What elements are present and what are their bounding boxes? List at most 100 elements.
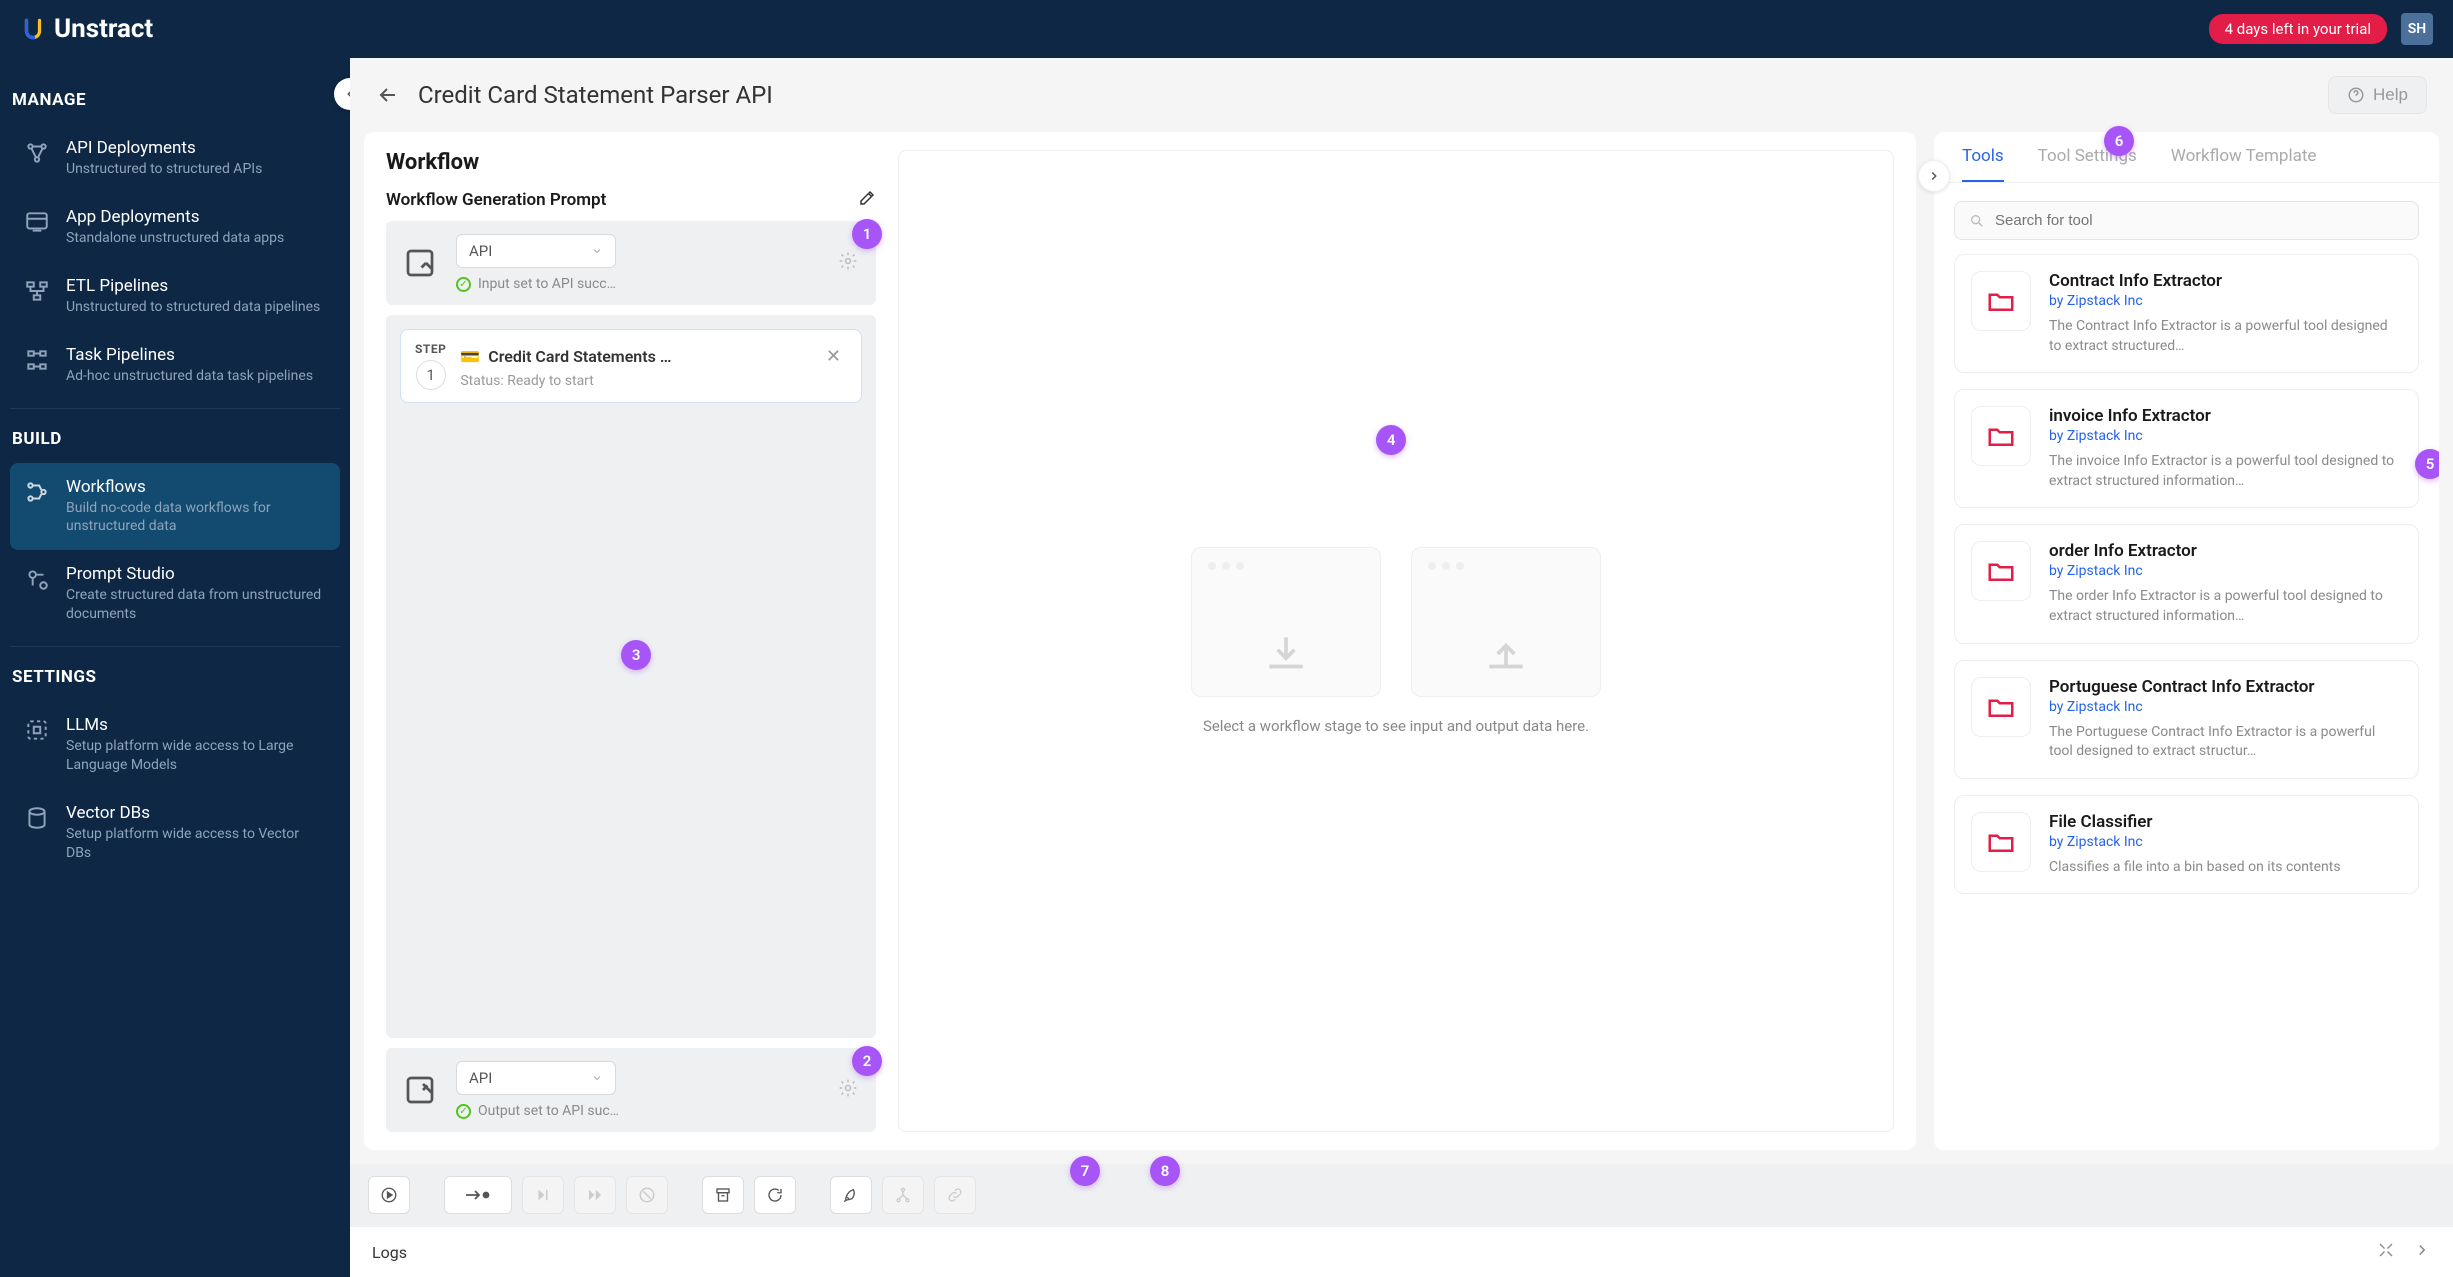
step-name: Credit Card Statements … [488, 347, 812, 366]
skip-forward-button[interactable] [522, 1176, 564, 1214]
deploy-task-button[interactable] [882, 1176, 924, 1214]
marker-bubble-3: 3 [621, 640, 651, 670]
output-card: 2 API ✓ Output set to API suc… [386, 1048, 876, 1132]
expand-logs-button[interactable] [2377, 1241, 2395, 1263]
sidebar-item-sub: Standalone unstructured data apps [66, 229, 326, 248]
back-button[interactable] [376, 83, 400, 107]
stop-button[interactable] [626, 1176, 668, 1214]
sidebar-item-llms[interactable]: LLMsSetup platform wide access to Large … [10, 701, 340, 789]
logs-bar[interactable]: Logs [350, 1226, 2453, 1277]
link-icon [946, 1186, 964, 1204]
main: Credit Card Statement Parser API Help Wo… [350, 58, 2453, 1277]
tool-desc: The Contract Info Extractor is a powerfu… [2049, 317, 2402, 356]
tool-desc: The Portuguese Contract Info Extractor i… [2049, 723, 2402, 762]
output-status: Output set to API suc… [478, 1103, 619, 1119]
output-settings-button[interactable] [834, 1074, 862, 1106]
step-run-button[interactable] [444, 1176, 512, 1214]
search-icon [1969, 213, 1985, 229]
remove-step-button[interactable]: ✕ [820, 344, 847, 369]
trial-badge[interactable]: 4 days left in your trial [2209, 14, 2387, 44]
sidebar-item-workflows[interactable]: WorkflowsBuild no-code data workflows fo… [10, 463, 340, 551]
fast-forward-icon [586, 1186, 604, 1204]
sidebar-item-sub: Setup platform wide access to Large Lang… [66, 737, 326, 775]
fast-forward-button[interactable] [574, 1176, 616, 1214]
marker-bubble-7: 7 [1070, 1156, 1100, 1186]
help-button[interactable]: Help [2328, 76, 2427, 114]
input-icon [402, 245, 438, 281]
deploy-link-button[interactable] [934, 1176, 976, 1214]
folder-icon [1986, 556, 2016, 586]
avatar[interactable]: SH [2401, 13, 2433, 45]
pipeline-icon [24, 278, 50, 304]
tools-tabs: Tools Tool Settings Workflow Template [1934, 132, 2439, 183]
input-select[interactable]: API [456, 234, 616, 268]
input-settings-button[interactable] [834, 247, 862, 279]
sidebar-item-etl-pipelines[interactable]: ETL Pipelines Unstructured to structured … [10, 262, 340, 331]
skip-icon [534, 1186, 552, 1204]
preview-text: Select a workflow stage to see input and… [1203, 717, 1589, 735]
sidebar-item-api-deployments[interactable]: API DeploymentsUnstructured to structure… [10, 124, 340, 193]
tool-search[interactable] [1954, 201, 2419, 240]
sidebar-item-label: ETL Pipelines [66, 276, 326, 296]
app-icon [24, 209, 50, 235]
tool-card[interactable]: Portuguese Contract Info Extractorby Zip… [1954, 660, 2419, 779]
steps-area[interactable]: 3 STEP 1 💳 Credit Card Statements … ✕ [386, 315, 876, 1038]
sidebar-item-sub: Ad-hoc unstructured data task pipelines [66, 367, 326, 386]
marker-bubble-5: 5 [2415, 449, 2439, 479]
tool-card[interactable]: File Classifierby Zipstack IncClassifies… [1954, 795, 2419, 895]
chevron-down-icon [591, 1072, 603, 1084]
tool-author: by Zipstack Inc [2049, 834, 2402, 850]
logo[interactable]: Unstract [20, 14, 153, 44]
tool-list[interactable]: 5 Contract Info Extractor by Zipstack Inc… [1934, 254, 2439, 1150]
logo-text: Unstract [54, 14, 153, 44]
cache-button[interactable] [702, 1176, 744, 1214]
sidebar-item-app-deployments[interactable]: App DeploymentsStandalone unstructured d… [10, 193, 340, 262]
sidebar-item-prompt-studio[interactable]: Prompt StudioCreate structured data from… [10, 550, 340, 638]
step-status: Status: Ready to start [460, 373, 847, 389]
tab-workflow-template[interactable]: Workflow Template [2171, 146, 2317, 182]
refresh-button[interactable] [754, 1176, 796, 1214]
gear-icon [838, 251, 858, 271]
workflow-icon [24, 479, 50, 505]
workflow-preview: 4 Select a workflow stage to see input a… [898, 150, 1894, 1132]
tools-panel-collapse-button[interactable] [1918, 160, 1950, 192]
tool-title: Contract Info Extractor [2049, 271, 2402, 291]
credit-card-icon: 💳 [460, 347, 480, 366]
logs-chevron-button[interactable] [2413, 1241, 2431, 1263]
rocket-icon [842, 1186, 860, 1204]
step-label: STEP [415, 342, 446, 356]
tool-card[interactable]: Contract Info Extractor by Zipstack Inc Th… [1954, 254, 2419, 373]
tool-search-input[interactable] [1995, 212, 2404, 229]
task-pipeline-icon [24, 347, 50, 373]
tab-tools[interactable]: Tools [1962, 146, 2004, 182]
tool-card[interactable]: order Info Extractorby Zipstack IncThe o… [1954, 524, 2419, 643]
arrow-dot-icon [464, 1187, 492, 1203]
workflow-prompt-label: Workflow Generation Prompt [386, 190, 606, 210]
input-select-value: API [469, 242, 492, 260]
play-button[interactable] [368, 1176, 410, 1214]
upload-icon [1481, 629, 1531, 679]
tool-author: by Zipstack Inc [2049, 293, 2402, 309]
sidebar-item-label: Vector DBs [66, 803, 326, 823]
chevron-left-icon [343, 87, 350, 101]
output-select[interactable]: API [456, 1061, 616, 1095]
step-card[interactable]: STEP 1 💳 Credit Card Statements … ✕ Stat… [400, 329, 862, 403]
main-header: Credit Card Statement Parser API Help [350, 58, 2453, 132]
page-title: Credit Card Statement Parser API [418, 81, 2310, 109]
deploy-api-button[interactable] [830, 1176, 872, 1214]
sidebar-item-sub: Setup platform wide access to Vector DBs [66, 825, 326, 863]
tool-title: invoice Info Extractor [2049, 406, 2402, 426]
output-icon [402, 1072, 438, 1108]
output-select-value: API [469, 1069, 492, 1087]
tool-title: Portuguese Contract Info Extractor [2049, 677, 2402, 697]
tool-desc: Classifies a file into a bin based on it… [2049, 858, 2402, 878]
sidebar-item-sub: Create structured data from unstructured… [66, 586, 326, 624]
sidebar-item-sub: Build no-code data workflows for unstruc… [66, 499, 326, 537]
tool-card[interactable]: invoice Info Extractorby Zipstack IncThe… [1954, 389, 2419, 508]
sidebar-item-sub: Unstructured to structured data pipeline… [66, 298, 326, 317]
folder-icon [1986, 692, 2016, 722]
help-label: Help [2373, 85, 2408, 105]
sidebar-item-vector-dbs[interactable]: Vector DBsSetup platform wide access to … [10, 789, 340, 877]
sidebar-item-task-pipelines[interactable]: Task PipelinesAd-hoc unstructured data t… [10, 331, 340, 400]
edit-prompt-button[interactable] [858, 189, 876, 211]
